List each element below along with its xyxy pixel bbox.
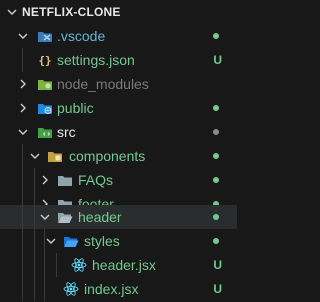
indent-guide (22, 168, 23, 192)
indent-guide (22, 277, 23, 301)
tree-item-vscode[interactable]: .vscode (0, 24, 237, 48)
chevron-down-icon[interactable] (6, 6, 18, 18)
status-dot (213, 129, 219, 135)
src-folder-icon (37, 124, 53, 140)
chevron-down-icon[interactable] (45, 235, 57, 247)
file-explorer: NETFLIX-CLONE .vscode {} settings.json U (0, 0, 237, 302)
indent-guide (22, 144, 23, 168)
status-dot (213, 238, 219, 244)
tree-item-src[interactable]: src (0, 120, 237, 144)
folder-name: vscode (60, 28, 106, 44)
tree-item-label: public (57, 100, 94, 116)
indent-guide (34, 277, 35, 301)
tree-item-header-jsx[interactable]: header.jsx U (0, 253, 237, 277)
tree-item-public[interactable]: public (0, 96, 237, 120)
indent-guide (56, 253, 57, 277)
status-dot (213, 33, 219, 39)
components-folder-icon (47, 148, 63, 164)
explorer-root[interactable]: NETFLIX-CLONE (0, 0, 237, 24)
json-braces-icon: {} (37, 52, 53, 68)
globe-folder-icon (37, 100, 53, 116)
status-dot (213, 214, 219, 220)
indent-guide (22, 229, 23, 253)
explorer-root-label: NETFLIX-CLONE (22, 5, 121, 19)
tree-item-label: src (57, 124, 76, 140)
chevron-right-icon[interactable] (17, 78, 29, 90)
status-dot (213, 153, 219, 159)
tree-item-index-jsx[interactable]: index.jsx U (0, 277, 237, 301)
react-icon (71, 257, 87, 273)
git-status-badge: U (213, 53, 222, 67)
styles-folder-icon (63, 233, 79, 249)
tree-item-label: .vscode (57, 24, 105, 48)
tree-item-components[interactable]: components (0, 144, 237, 168)
indent-guide (22, 48, 23, 72)
folder-icon (57, 172, 73, 188)
tree-item-label: FAQs (78, 172, 114, 188)
chevron-right-icon[interactable] (17, 102, 29, 114)
tree-item-node-modules[interactable]: node_modules (0, 72, 237, 96)
svg-text:{}: {} (38, 54, 51, 67)
tree-item-styles[interactable]: styles (0, 229, 237, 253)
chevron-down-icon[interactable] (17, 126, 29, 138)
status-dot (213, 177, 219, 183)
git-status-badge: U (213, 258, 222, 272)
indent-guide (44, 253, 45, 277)
node-folder-icon (37, 76, 53, 92)
tree-item-label: index.jsx (84, 281, 139, 297)
tree-item-label: header (78, 209, 122, 225)
tree-item-label: settings.json (57, 52, 135, 68)
tree-item-label: header.jsx (92, 257, 156, 273)
indent-guide (34, 168, 35, 192)
tree-item-faqs[interactable]: FAQs (0, 168, 237, 192)
tree-item-label: components (69, 148, 146, 164)
tree-item-header[interactable]: header (0, 205, 237, 229)
tree-item-settings-json[interactable]: {} settings.json U (0, 48, 237, 72)
tree-item-label: styles (84, 233, 120, 249)
indent-guide (34, 229, 35, 253)
git-status-badge: U (213, 282, 222, 296)
indent-guide (22, 205, 23, 229)
react-icon (63, 281, 79, 297)
chevron-down-icon[interactable] (29, 150, 41, 162)
tree-item-label: node_modules (57, 76, 149, 92)
status-dot (213, 105, 219, 111)
folder-open-icon (57, 209, 73, 225)
indent-guide (34, 205, 35, 229)
chevron-down-icon[interactable] (39, 211, 51, 223)
indent-guide (44, 277, 45, 301)
vscode-folder-icon (37, 28, 53, 44)
indent-guide (34, 253, 35, 277)
chevron-right-icon[interactable] (39, 174, 51, 186)
chevron-down-icon[interactable] (17, 30, 29, 42)
indent-guide (22, 253, 23, 277)
